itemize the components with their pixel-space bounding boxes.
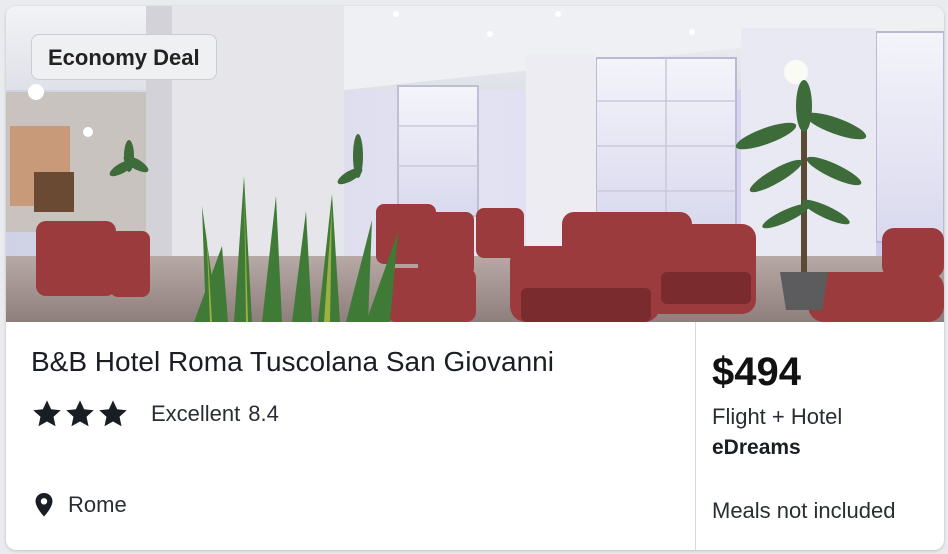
meals-info: Meals not included — [712, 498, 896, 523]
provider-name: eDreams — [712, 436, 801, 459]
star-icon — [31, 398, 63, 430]
star-rating — [31, 398, 129, 430]
star-icon — [97, 398, 129, 430]
price: $494 — [712, 350, 801, 394]
location-row: Rome — [34, 492, 127, 518]
rating-score: 8.4 — [248, 401, 279, 426]
rating-label: Excellent — [151, 401, 241, 426]
hotel-deal-card[interactable]: Economy Deal B&B Hotel Roma Tuscolana Sa… — [6, 6, 944, 550]
rating-row: Excellent 8.4 — [31, 398, 279, 430]
price-panel[interactable]: $494 Flight + Hotel eDreams Meals not in… — [696, 322, 944, 550]
hotel-info: B&B Hotel Roma Tuscolana San Giovanni Ex… — [6, 322, 695, 550]
hotel-name[interactable]: B&B Hotel Roma Tuscolana San Giovanni — [31, 346, 554, 378]
economy-deal-badge: Economy Deal — [31, 34, 217, 80]
star-icon — [64, 398, 96, 430]
package-type: Flight + Hotel — [712, 404, 843, 429]
location-label: Rome — [68, 492, 127, 517]
map-pin-icon — [34, 492, 54, 518]
